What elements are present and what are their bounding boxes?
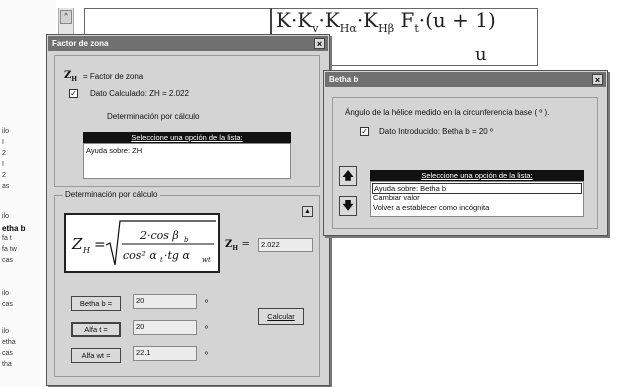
dato-introducido-checkbox[interactable]: ✓ — [360, 127, 369, 136]
list-header: Seleccione una opción de la lista: — [370, 170, 584, 181]
formula-den-sub2: wt — [202, 256, 211, 264]
formula-denominator: cos² α — [123, 249, 157, 262]
zh-result-symbol: ZH = — [225, 239, 250, 252]
collapse-icon[interactable]: ▲ — [302, 206, 313, 217]
betha-options-list[interactable]: Ayuda sobre: Betha b Cambiar valor Volve… — [370, 181, 584, 217]
formula-u: ·(u + 1) — [418, 8, 496, 32]
sidebar-item[interactable]: I — [2, 139, 4, 146]
sidebar-item[interactable]: cas — [2, 301, 13, 308]
formula-khb: ·K — [356, 8, 379, 32]
formula-lhs: Z — [71, 235, 83, 253]
list-item-ayuda-zh[interactable]: Ayuda sobre: ZH — [86, 146, 142, 155]
alfa-wt-unit: º — [205, 350, 208, 359]
zh-symbol-sub: H — [71, 76, 77, 83]
formula-sub-hb: Hβ — [378, 22, 395, 35]
sidebar-item[interactable]: cas — [2, 350, 13, 357]
up-arrow-icon[interactable]: 🡅 — [339, 166, 357, 186]
sidebar-item[interactable]: 2 — [2, 150, 6, 157]
betha-b-field[interactable]: 20 — [133, 294, 197, 309]
sidebar-item[interactable]: fa t — [2, 235, 12, 242]
formula-den-sub1: t — [160, 256, 163, 264]
calcular-button[interactable]: Calcular — [258, 308, 304, 325]
sidebar-item[interactable]: etha — [2, 339, 16, 346]
sidebar-item[interactable]: fa tw — [2, 246, 17, 253]
sidebar-item-selected[interactable]: etha b — [2, 224, 26, 233]
formula-kha: ·K — [318, 8, 340, 32]
betha-window-title: Betha b — [329, 75, 359, 84]
alfa-t-unit: º — [205, 324, 208, 333]
zh-formula-box: Z H = 2·cos β b cos² α t ·tg α wt — [64, 213, 220, 273]
zh-options-list[interactable]: Ayuda sobre: ZH — [83, 143, 291, 179]
betha-window-titlebar[interactable]: Betha b × — [325, 72, 606, 87]
formula-numerator: 2·cos β — [139, 229, 179, 242]
determinacion-group: Determinación por cálculo ▲ Z H = 2·cos … — [54, 190, 320, 377]
zh-info-group: ZH = Factor de zona ✓ Dato Calculado: ZH… — [54, 55, 320, 187]
zh-value-field[interactable]: 2.022 — [258, 238, 313, 252]
betha-info-group: Ángulo de la hélice medido en la circunf… — [332, 97, 598, 229]
sidebar-item[interactable]: 2 — [2, 172, 6, 179]
sidebar-item[interactable]: ilo — [2, 328, 9, 335]
scroll-up-button[interactable]: ^ — [60, 10, 72, 24]
alfa-t-field[interactable]: 20 — [133, 320, 197, 335]
formula-num-sub: b — [184, 236, 189, 244]
factor-de-zona-window: Factor de zona × ZH = Factor de zona ✓ D… — [46, 34, 330, 386]
sidebar-item[interactable]: ilo — [2, 290, 9, 297]
zh-formula-svg: Z H = 2·cos β b cos² α t ·tg α wt — [71, 220, 216, 266]
list-item-volver-incognita[interactable]: Volver a establecer como incógnita — [373, 203, 489, 212]
list-header: Seleccione una opción de la lista: — [83, 132, 291, 143]
close-icon[interactable]: × — [314, 38, 325, 49]
betha-description: Ángulo de la hélice medido en la circunf… — [345, 108, 550, 117]
group-title: Determinación por cálculo — [63, 190, 160, 199]
alfa-wt-button[interactable]: Alfa wt = — [71, 348, 121, 363]
dato-calculado-label: Dato Calculado: ZH = 2.022 — [90, 89, 189, 98]
document-formula-top: K·Kv·KHα·KHβ Ft·(u + 1) — [270, 8, 496, 35]
dato-calculado-checkbox[interactable]: ✓ — [69, 89, 78, 98]
factor-window-titlebar[interactable]: Factor de zona × — [48, 36, 328, 51]
formula-k: K — [276, 8, 291, 32]
formula-sub-ha: Hα — [339, 22, 357, 35]
close-icon[interactable]: × — [592, 74, 603, 85]
zh-symbol: ZH — [64, 70, 77, 83]
formula-den-mid: ·tg α — [164, 249, 190, 262]
zh-result-eq: = — [241, 239, 250, 250]
sidebar-item[interactable]: ilo — [2, 213, 9, 220]
down-arrow-icon[interactable]: 🡇 — [339, 196, 357, 216]
betha-b-window: Betha b × Ángulo de la hélice medido en … — [323, 70, 608, 236]
sidebar-item[interactable]: cas — [2, 257, 13, 264]
factor-window-title: Factor de zona — [52, 39, 109, 48]
alfa-t-button[interactable]: Alfa t = — [71, 322, 121, 337]
sidebar-item[interactable]: ilo — [2, 128, 9, 135]
formula-ft: F — [400, 8, 415, 32]
alfa-wt-field[interactable]: 22.1 — [133, 346, 197, 361]
betha-b-button[interactable]: Betha b = — [71, 296, 121, 311]
formula-eq: = — [94, 237, 106, 253]
zh-result-sub: H — [232, 245, 238, 252]
list-item-cambiar-valor[interactable]: Cambiar valor — [373, 193, 420, 202]
sidebar-item[interactable]: I — [2, 161, 4, 168]
sidebar-item[interactable]: as — [2, 183, 9, 190]
dato-introducido-label: Dato Introducido: Betha b = 20 º — [379, 127, 493, 136]
formula-kv: ·K — [290, 8, 313, 32]
determinacion-label: Determinación por cálculo — [107, 112, 200, 121]
document-formula-u: u — [475, 44, 487, 65]
betha-b-unit: º — [205, 298, 208, 307]
zh-description: = Factor de zona — [83, 72, 144, 81]
formula-lhs-sub: H — [82, 246, 91, 255]
sidebar-item[interactable]: tha — [2, 361, 12, 368]
